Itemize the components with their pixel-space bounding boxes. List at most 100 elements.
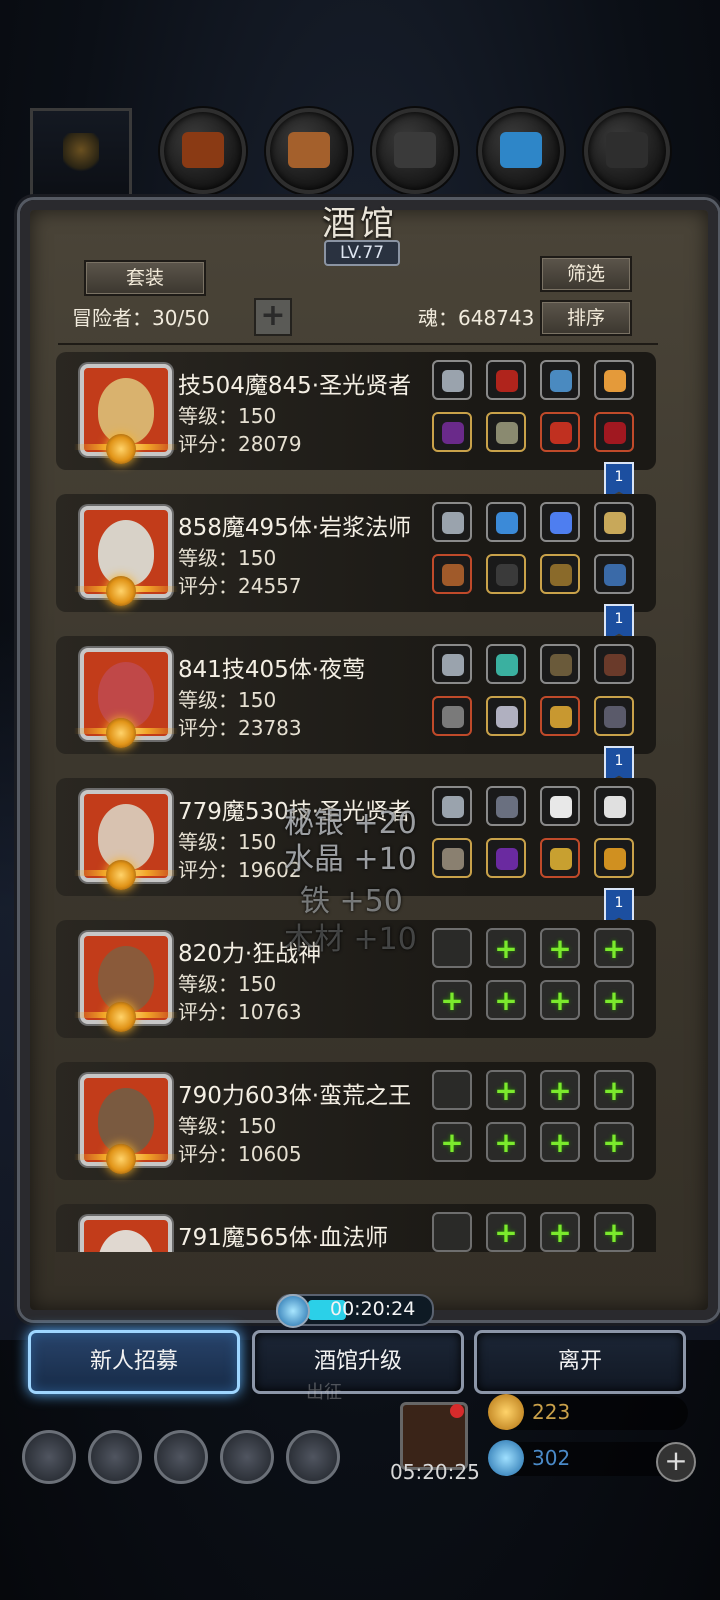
reward-popup-crystal: 水晶 +10 — [284, 842, 417, 877]
equip-slot[interactable] — [486, 360, 526, 400]
armor-icon — [496, 706, 518, 728]
equip-slot[interactable] — [594, 644, 634, 684]
add-equip-slot[interactable]: + — [486, 1070, 526, 1110]
hero-score: 评分：23783 — [178, 716, 302, 740]
equip-slot[interactable] — [486, 644, 526, 684]
equip-slot[interactable] — [486, 838, 526, 878]
tab-tavern[interactable] — [30, 108, 132, 200]
hero-row[interactable]: 技504魔845·圣光贤者 等级：150 评分：28079 — [56, 352, 656, 470]
equip-slot[interactable] — [540, 644, 580, 684]
add-equip-slot[interactable]: + — [486, 928, 526, 968]
add-equip-slot[interactable]: + — [540, 1070, 580, 1110]
equip-slot[interactable] — [486, 502, 526, 542]
gold-resource: 223 — [488, 1394, 688, 1430]
add-equip-slot[interactable]: + — [540, 1122, 580, 1162]
tavern-icon — [63, 133, 99, 175]
necklace-icon — [442, 370, 464, 392]
tab-crystal[interactable] — [478, 108, 564, 194]
dock-map-icon[interactable] — [154, 1430, 208, 1484]
dock-guild-icon[interactable] — [286, 1430, 340, 1484]
add-equip-slot[interactable]: + — [594, 980, 634, 1020]
add-slot-button[interactable]: + — [254, 298, 292, 336]
crystal-orb-icon — [550, 512, 572, 534]
hero-row[interactable]: 858魔495体·岩浆法师 等级：150 评分：24557 — [56, 494, 656, 612]
equip-slot[interactable] — [432, 360, 472, 400]
rank-medal-icon — [106, 718, 136, 748]
staff-icon — [442, 564, 464, 586]
recruit-button[interactable]: 新人招募 — [28, 1330, 240, 1394]
clock-icon — [276, 1294, 310, 1328]
equip-slot[interactable] — [432, 696, 472, 736]
add-equip-slot[interactable]: + — [432, 980, 472, 1020]
tab-wood[interactable] — [160, 108, 246, 194]
hero-level: 等级：150 — [178, 972, 277, 996]
add-equip-slot[interactable]: + — [594, 1212, 634, 1252]
equip-slot[interactable] — [540, 360, 580, 400]
empty-equip-slot[interactable] — [432, 1212, 472, 1252]
divider — [58, 343, 658, 345]
filter-button[interactable]: 筛选 — [540, 256, 632, 292]
add-equip-slot[interactable]: + — [594, 1122, 634, 1162]
equip-slot[interactable] — [432, 786, 472, 826]
set-button[interactable]: 套装 — [84, 260, 206, 296]
equip-slot[interactable] — [594, 696, 634, 736]
equip-slot[interactable] — [486, 696, 526, 736]
equip-slot[interactable] — [486, 412, 526, 452]
equip-slot[interactable] — [486, 786, 526, 826]
equip-slot[interactable] — [432, 554, 472, 594]
equip-slot[interactable] — [540, 554, 580, 594]
equip-slot[interactable] — [540, 786, 580, 826]
feather-icon — [550, 796, 572, 818]
leave-button[interactable]: 离开 — [474, 1330, 686, 1394]
plus-icon: + — [548, 1216, 572, 1249]
crystal-icon — [500, 132, 542, 168]
sort-button[interactable]: 排序 — [540, 300, 632, 336]
equip-slot[interactable] — [594, 360, 634, 400]
rank-medal-icon — [106, 1002, 136, 1032]
add-equip-slot[interactable]: + — [594, 1070, 634, 1110]
equip-slot[interactable] — [540, 502, 580, 542]
equip-slot[interactable] — [594, 786, 634, 826]
upgrade-tavern-button[interactable]: 酒馆升级 — [252, 1330, 464, 1394]
dock-mail-icon[interactable] — [220, 1430, 274, 1484]
add-equip-slot[interactable]: + — [486, 980, 526, 1020]
add-equip-slot[interactable]: + — [540, 1212, 580, 1252]
equip-slot[interactable] — [594, 412, 634, 452]
add-gem-button[interactable]: + — [656, 1442, 696, 1482]
add-equip-slot[interactable]: + — [594, 928, 634, 968]
gauntlet-icon — [604, 422, 626, 444]
equip-slot[interactable] — [594, 502, 634, 542]
hero-portrait[interactable] — [80, 1216, 172, 1252]
equip-slot[interactable] — [432, 838, 472, 878]
hero-level: 等级：150 — [178, 404, 277, 428]
dock-hero-icon[interactable] — [88, 1430, 142, 1484]
equip-slot[interactable] — [486, 554, 526, 594]
plus-icon: + — [494, 932, 518, 965]
add-equip-slot[interactable]: + — [432, 1122, 472, 1162]
hero-level: 等级：150 — [178, 1114, 277, 1138]
dock-settings-icon[interactable] — [22, 1430, 76, 1484]
hero-row[interactable]: 791魔565体·血法师 + + + — [56, 1204, 656, 1252]
add-equip-slot[interactable]: + — [486, 1212, 526, 1252]
add-equip-slot[interactable]: + — [486, 1122, 526, 1162]
hammer-icon — [442, 848, 464, 870]
equip-slot[interactable] — [540, 412, 580, 452]
goblet-icon — [604, 512, 626, 534]
equip-slot[interactable] — [540, 838, 580, 878]
equip-slot[interactable] — [432, 644, 472, 684]
equip-slot[interactable] — [432, 502, 472, 542]
plus-icon: + — [494, 1126, 518, 1159]
empty-equip-slot[interactable] — [432, 1070, 472, 1110]
plus-icon: + — [602, 1074, 626, 1107]
equip-slot[interactable] — [432, 412, 472, 452]
empty-equip-slot[interactable] — [432, 928, 472, 968]
hero-row[interactable]: 841技405体·夜莺 等级：150 评分：23783 — [56, 636, 656, 754]
add-equip-slot[interactable]: + — [540, 928, 580, 968]
add-equip-slot[interactable]: + — [540, 980, 580, 1020]
sword-icon — [604, 706, 626, 728]
tab-mithril[interactable] — [584, 108, 670, 194]
hero-row[interactable]: 790力603体·蛮荒之王 等级：150 评分：10605 + + + + + … — [56, 1062, 656, 1180]
equip-slot[interactable] — [594, 554, 634, 594]
equip-slot[interactable] — [594, 838, 634, 878]
equip-slot[interactable] — [540, 696, 580, 736]
